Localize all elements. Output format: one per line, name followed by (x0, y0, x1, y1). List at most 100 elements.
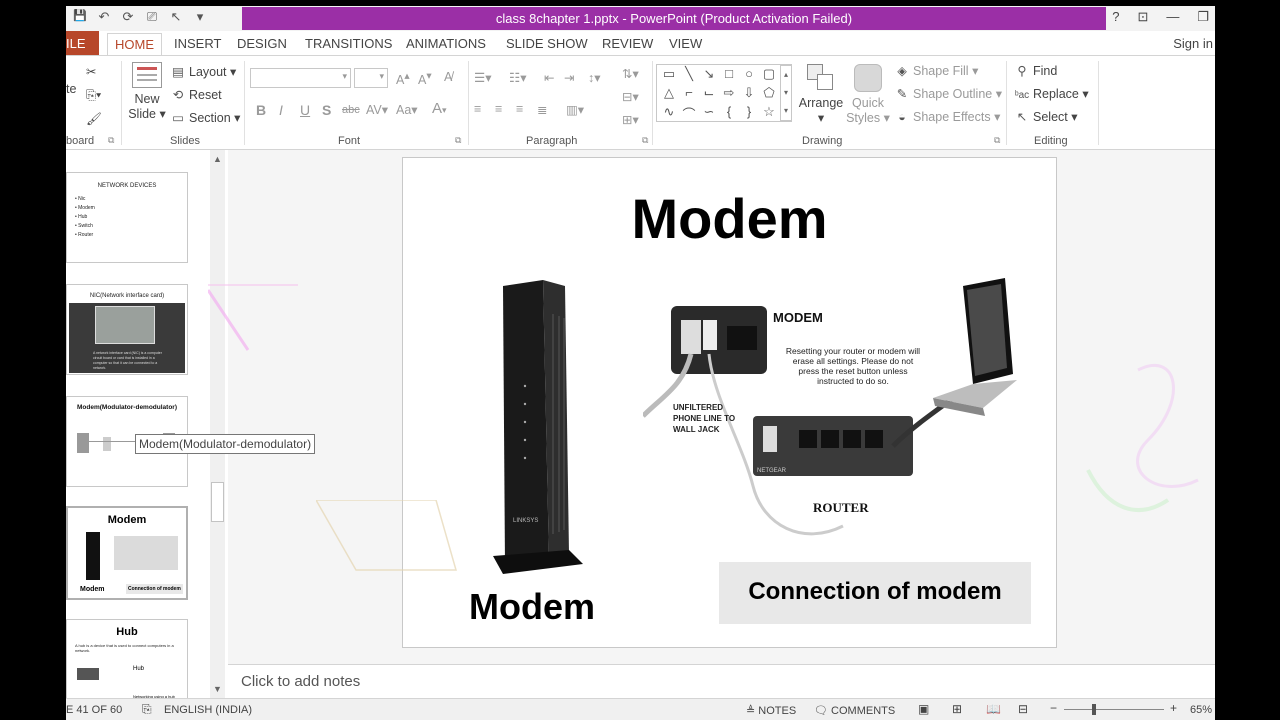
tab-transitions[interactable]: TRANSITIONS (305, 36, 392, 51)
normal-view-icon[interactable]: ▣ (918, 702, 929, 716)
slide-thumbnail[interactable]: NIC(Network interface card) A network in… (66, 284, 188, 375)
tab-design[interactable]: DESIGN (237, 36, 287, 51)
tab-animations[interactable]: ANIMATIONS (406, 36, 486, 51)
minimize-button[interactable]: — (1166, 9, 1179, 25)
slideshow-view-icon[interactable]: ⊟ (1018, 702, 1028, 716)
restore-button[interactable]: ❐ (1197, 9, 1209, 25)
shape-outline-button[interactable]: ✎ Shape Outline ▾ (894, 86, 1002, 101)
notes-placeholder[interactable]: Click to add notes (241, 673, 360, 690)
connector-shape-icon[interactable]: ⌐ (679, 85, 699, 104)
scroll-up-icon[interactable]: ▲ (210, 152, 225, 167)
italic-button[interactable]: I (279, 102, 283, 118)
section-button[interactable]: ▭ Section ▾ (170, 110, 240, 125)
dialog-launcher-icon[interactable]: ⧉ (108, 135, 114, 146)
font-dialog-launcher-icon[interactable]: ⧉ (455, 135, 461, 146)
connection-caption-box[interactable]: Connection of modem (719, 562, 1031, 624)
arc-shape-icon[interactable]: ⌒ (679, 104, 699, 123)
brace-right-shape-icon[interactable]: } (739, 104, 759, 123)
slide-thumbnail[interactable]: Hub A hub is a device that is used to co… (66, 619, 188, 699)
zoom-out-icon[interactable]: − (1050, 701, 1057, 715)
slide-thumbnail-selected[interactable]: Modem Modem Connection of modem (66, 506, 188, 600)
character-spacing-button[interactable]: AV▾ (366, 102, 388, 117)
text-direction-button[interactable]: ⇅▾ (622, 66, 639, 81)
rounded-rect-shape-icon[interactable]: ▢ (759, 66, 779, 85)
language-indicator[interactable]: ENGLISH (INDIA) (164, 704, 252, 716)
connection-diagram-image[interactable]: MODEM Resetting your router or modem wil… (643, 276, 1023, 556)
find-button[interactable]: ⚲ Find (1014, 63, 1057, 78)
brace-left-shape-icon[interactable]: { (719, 104, 739, 123)
layout-button[interactable]: ▤ Layout ▾ (170, 64, 236, 79)
down-arrow-shape-icon[interactable]: ⇩ (739, 85, 759, 104)
freeform-shape-icon[interactable]: ∽ (699, 104, 719, 123)
elbow-shape-icon[interactable]: ⌙ (699, 85, 719, 104)
undo-icon[interactable]: ↶ (96, 9, 112, 25)
pointer-icon[interactable]: ↖ (168, 9, 184, 25)
font-size-select[interactable]: ▾ (354, 68, 388, 88)
bullets-button[interactable]: ☰▾ (474, 70, 491, 85)
reading-view-icon[interactable]: 📖 (986, 702, 1001, 716)
decrease-indent-icon[interactable]: ⇤ (544, 70, 554, 85)
quick-styles-button[interactable]: Quick Styles ▾ (846, 64, 890, 125)
numbering-button[interactable]: ☷▾ (509, 70, 526, 85)
zoom-slider[interactable] (1064, 704, 1164, 715)
curve-shape-icon[interactable]: ∿ (659, 104, 679, 123)
tab-review[interactable]: REVIEW (602, 36, 653, 51)
strikethrough-button[interactable]: abc (342, 104, 360, 116)
slide-sorter-icon[interactable]: ⊞ (952, 702, 962, 716)
bold-button[interactable]: B (256, 102, 266, 118)
triangle-shape-icon[interactable]: △ (659, 85, 679, 104)
paragraph-dialog-launcher-icon[interactable]: ⧉ (642, 135, 648, 146)
ribbon-display-button[interactable]: ⊡ (1137, 9, 1148, 25)
paste-button[interactable]: te (66, 82, 76, 96)
select-button[interactable]: ↖ Select ▾ (1014, 109, 1078, 124)
line-shape-icon[interactable]: ╲ (679, 66, 699, 85)
arrow-line-shape-icon[interactable]: ↘ (699, 66, 719, 85)
align-right-icon[interactable]: ≡ (516, 102, 523, 116)
tab-slideshow[interactable]: SLIDE SHOW (506, 36, 588, 51)
oval-shape-icon[interactable]: ○ (739, 66, 759, 85)
notes-pane[interactable]: Click to add notes (228, 664, 1215, 698)
customize-qat-icon[interactable]: ▾ (192, 9, 208, 25)
present-icon[interactable]: ⎚ (144, 9, 160, 25)
align-text-button[interactable]: ⊟▾ (622, 89, 639, 104)
tab-file[interactable]: ILE (66, 31, 99, 55)
zoom-level[interactable]: 65% (1190, 704, 1212, 716)
new-slide-button[interactable]: New Slide ▾ (126, 62, 168, 121)
columns-button[interactable]: ▥▾ (566, 102, 584, 117)
scroll-thumb[interactable] (211, 482, 224, 522)
underline-button[interactable]: U (300, 102, 310, 118)
shrink-font-icon[interactable]: A▾ (418, 70, 432, 87)
slide-thumbnail[interactable]: NETWORK DEVICES • Nic • Modem • Hub • Sw… (66, 172, 188, 263)
tab-home[interactable]: HOME (107, 33, 162, 56)
thumbnails-scrollbar[interactable]: ▲ ▼ (210, 150, 225, 698)
comments-toggle[interactable]: 🗨 COMMENTS (814, 704, 895, 717)
rectangle-shape-icon[interactable]: □ (719, 66, 739, 85)
arrange-button[interactable]: Arrange ▾ (798, 64, 844, 125)
line-spacing-button[interactable]: ↕▾ (588, 70, 601, 85)
tab-view[interactable]: VIEW (669, 36, 702, 51)
copy-icon[interactable]: ⎘▾ (86, 88, 101, 103)
zoom-in-icon[interactable]: + (1170, 701, 1177, 715)
slide-title[interactable]: Modem (403, 186, 1056, 251)
right-arrow-shape-icon[interactable]: ⇨ (719, 85, 739, 104)
modem-device-image[interactable]: LINKSYS (473, 274, 593, 574)
shapes-scroll[interactable]: ▴ ▾ ▾ (780, 65, 792, 121)
redo-icon[interactable]: ⟳ (120, 9, 136, 25)
textbox-shape-icon[interactable]: ▭ (659, 66, 679, 85)
shape-effects-button[interactable]: ◒ Shape Effects ▾ (894, 109, 1000, 124)
smartart-button[interactable]: ⊞▾ (622, 112, 639, 127)
save-icon[interactable]: 💾 (72, 9, 88, 25)
slide-caption-modem[interactable]: Modem (469, 586, 595, 628)
align-center-icon[interactable]: ≡ (495, 102, 502, 116)
text-shadow-button[interactable]: S (322, 102, 331, 118)
justify-icon[interactable]: ≣ (537, 102, 547, 117)
font-color-button[interactable]: A▾ (432, 100, 447, 117)
sign-in-link[interactable]: Sign in (1173, 36, 1213, 51)
format-painter-icon[interactable]: 🖌 (86, 112, 102, 127)
help-button[interactable]: ? (1112, 9, 1119, 25)
star-shape-icon[interactable]: ☆ (759, 104, 779, 123)
current-slide[interactable]: Modem LINKSYS MODEM Resetting your route… (402, 157, 1057, 648)
change-case-button[interactable]: Aa▾ (396, 102, 418, 117)
align-left-icon[interactable]: ≡ (474, 102, 481, 116)
tab-insert[interactable]: INSERT (174, 36, 221, 51)
